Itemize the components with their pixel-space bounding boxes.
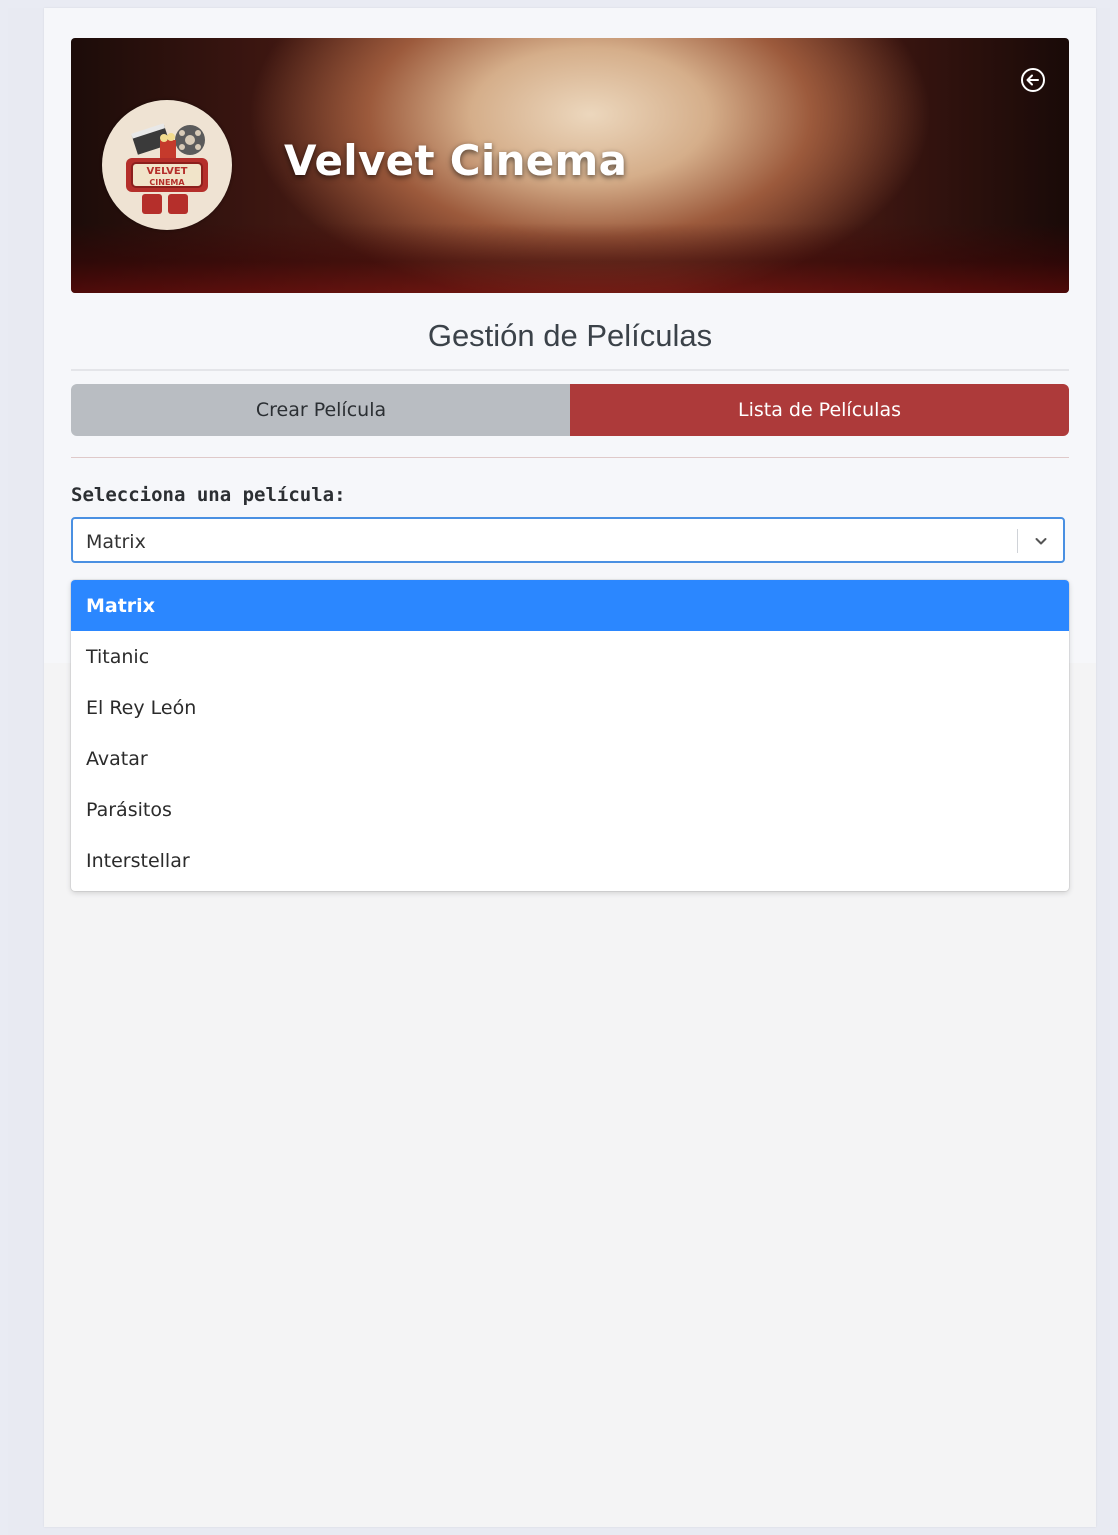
movie-select-label: Selecciona una película: <box>71 484 346 506</box>
dropdown-option-parasitos[interactable]: Parásitos <box>71 784 1069 835</box>
movie-dropdown-menu: Matrix Titanic El Rey León Avatar Parási… <box>71 580 1069 891</box>
title-divider <box>71 369 1069 371</box>
dropdown-option-el-rey-leon[interactable]: El Rey León <box>71 682 1069 733</box>
tab-movie-list[interactable]: Lista de Películas <box>570 384 1069 436</box>
dropdown-option-titanic[interactable]: Titanic <box>71 631 1069 682</box>
dropdown-option-matrix[interactable]: Matrix <box>71 580 1069 631</box>
dropdown-option-interstellar[interactable]: Interstellar <box>71 835 1069 886</box>
brand-title: Velvet Cinema <box>284 136 628 185</box>
movie-select[interactable]: Matrix <box>71 517 1065 563</box>
select-separator <box>1017 529 1018 553</box>
cinema-banner: VELVET CINEMA Velvet Cinema <box>71 38 1069 293</box>
dropdown-option-avatar[interactable]: Avatar <box>71 733 1069 784</box>
logo-emblem-icon: VELVET CINEMA <box>126 123 208 214</box>
page-title: Gestión de Películas <box>427 318 713 353</box>
movie-select-value: Matrix <box>86 531 146 553</box>
cinema-logo: VELVET CINEMA <box>102 100 232 230</box>
arrow-left-circle-icon <box>1021 68 1045 92</box>
back-button[interactable] <box>1019 66 1047 94</box>
svg-text:VELVET: VELVET <box>147 166 188 177</box>
tab-create-movie[interactable]: Crear Película <box>71 384 571 436</box>
tabs-divider <box>71 457 1069 458</box>
chevron-down-icon[interactable] <box>1033 533 1049 549</box>
svg-text:CINEMA: CINEMA <box>149 178 185 187</box>
